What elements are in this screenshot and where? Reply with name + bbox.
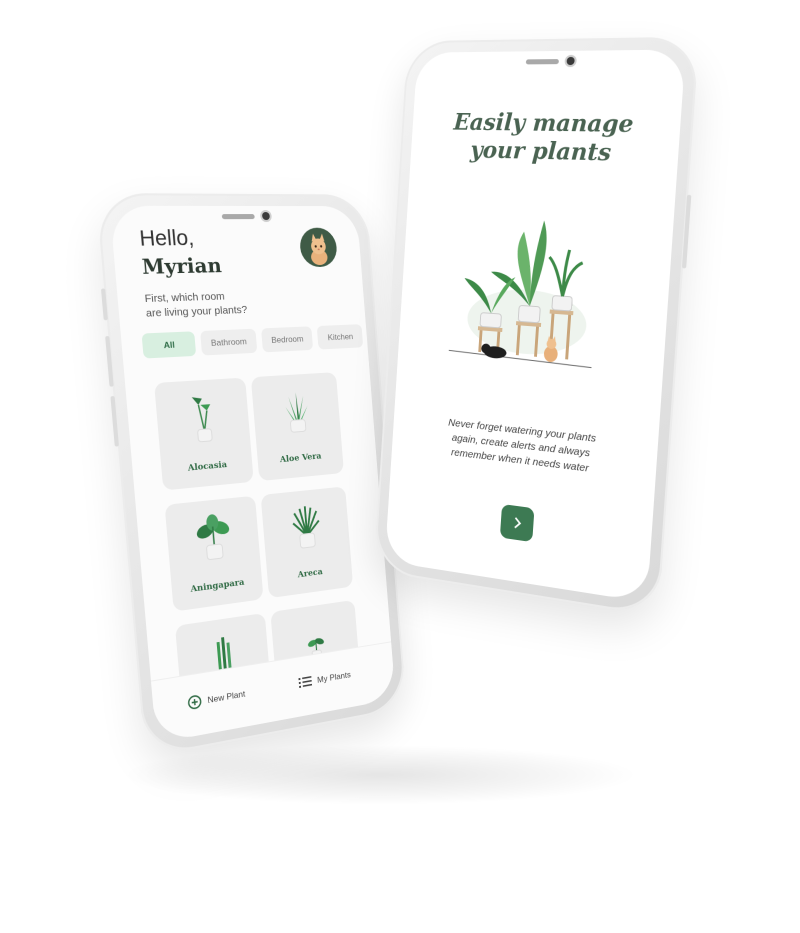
room-question-line2: are living your plants? bbox=[145, 303, 248, 320]
my-plants-button[interactable]: My Plants bbox=[298, 668, 351, 689]
headline-line1: Easily manage bbox=[452, 109, 635, 139]
front-camera bbox=[566, 56, 575, 66]
floor-shadow bbox=[120, 745, 640, 805]
list-icon bbox=[298, 676, 313, 689]
plant-name-areca: Areca bbox=[297, 567, 324, 581]
areca-plant-icon bbox=[284, 500, 328, 554]
alocasia-plant-icon bbox=[191, 396, 227, 445]
avatar[interactable] bbox=[298, 227, 339, 268]
mute-switch bbox=[100, 288, 108, 321]
chip-all[interactable]: All bbox=[141, 331, 197, 359]
power-button bbox=[681, 194, 692, 269]
home-screen: Hello, Myrian First, which room are livi… bbox=[109, 205, 396, 744]
plant-name-alocasia: Alocasia bbox=[187, 459, 228, 474]
aloe-vera-plant-icon bbox=[285, 392, 309, 437]
new-plant-label: New Plant bbox=[207, 688, 246, 705]
mockup-scene: Hello, Myrian First, which room are livi… bbox=[0, 0, 800, 933]
plant-name-aloe-vera: Aloe Vera bbox=[279, 451, 322, 466]
plant-card-areca[interactable]: Areca bbox=[260, 486, 354, 599]
aningapara-plant-icon bbox=[194, 513, 231, 566]
plant-card-aningapara[interactable]: Aningapara bbox=[164, 495, 264, 612]
plant-grid: Alocasia Aloe Vera Aningapara Areca bbox=[154, 372, 363, 732]
chip-bedroom[interactable]: Bedroom bbox=[260, 326, 314, 353]
onboarding-headline: Easily manage your plants bbox=[428, 109, 660, 169]
plus-circle-icon bbox=[187, 694, 202, 711]
category-chips: All Bathroom Bedroom Kitchen bbox=[141, 324, 364, 359]
username-text: Myrian bbox=[140, 252, 223, 280]
onboarding-screen: Easily manage your plants Never forget w… bbox=[384, 49, 686, 603]
volume-down-button bbox=[110, 395, 119, 447]
room-question: First, which room are living your plants… bbox=[144, 288, 283, 321]
next-button[interactable] bbox=[499, 504, 535, 543]
volume-up-button bbox=[105, 335, 114, 387]
plant-card-alocasia[interactable]: Alocasia bbox=[154, 377, 254, 491]
plant-name-aningapara: Aningapara bbox=[190, 577, 245, 595]
phone-right: Easily manage your plants Never forget w… bbox=[373, 36, 700, 617]
front-camera bbox=[261, 212, 271, 221]
onboarding-description: Never forget watering your plants again,… bbox=[422, 413, 624, 480]
plant-card-aloe-vera[interactable]: Aloe Vera bbox=[250, 372, 344, 482]
headline-line2: your plants bbox=[469, 136, 613, 167]
greeting-text: Hello, bbox=[138, 226, 195, 251]
speaker-grille bbox=[221, 214, 255, 220]
my-plants-label: My Plants bbox=[316, 669, 352, 685]
phone-left: Hello, Myrian First, which room are livi… bbox=[95, 193, 407, 758]
chevron-right-icon bbox=[511, 515, 523, 530]
cat-avatar-icon bbox=[310, 233, 329, 266]
plants-illustration-icon bbox=[447, 220, 622, 385]
chip-kitchen[interactable]: Kitchen bbox=[317, 324, 364, 350]
speaker-grille bbox=[525, 59, 559, 65]
new-plant-button[interactable]: New Plant bbox=[187, 686, 246, 710]
chip-bathroom[interactable]: Bathroom bbox=[200, 328, 258, 356]
